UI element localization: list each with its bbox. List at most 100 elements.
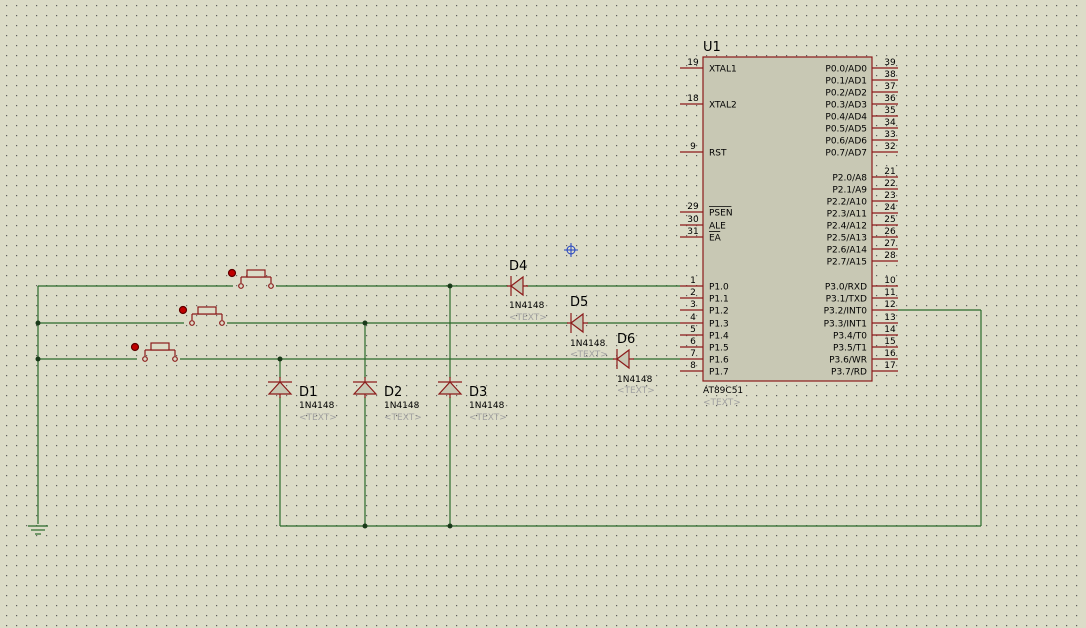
pin-number: 9 bbox=[690, 142, 696, 152]
pin-number: 32 bbox=[884, 142, 895, 152]
pin-number: 3 bbox=[690, 300, 696, 310]
junction-dot bbox=[35, 356, 41, 362]
pin-number: 33 bbox=[884, 130, 895, 140]
pin-label: P0.1/AD1 bbox=[825, 77, 867, 87]
pin-label: XTAL2 bbox=[709, 101, 737, 111]
pin-number: 39 bbox=[884, 58, 896, 68]
pin-label: EA bbox=[709, 234, 722, 244]
diode-text: <TEXT> bbox=[469, 413, 507, 423]
pin-label: P3.0/RXD bbox=[825, 283, 867, 293]
pin-number: 5 bbox=[690, 325, 696, 335]
pin-number: 18 bbox=[687, 94, 699, 104]
pin-label: P3.3/INT1 bbox=[824, 320, 867, 330]
pin-label: P0.3/AD3 bbox=[825, 101, 867, 111]
pin-label: P1.4 bbox=[709, 332, 729, 342]
pin-label: P2.2/A10 bbox=[827, 198, 868, 208]
pin-number: 17 bbox=[884, 361, 895, 371]
diode-text: <TEXT> bbox=[617, 386, 655, 396]
pin-label: P1.6 bbox=[709, 356, 729, 366]
junction-dot bbox=[447, 523, 453, 529]
pin-label: P3.7/RD bbox=[831, 368, 867, 378]
pin-number: 4 bbox=[690, 313, 696, 323]
diode-ref: D2 bbox=[384, 385, 402, 400]
pin-number: 27 bbox=[884, 239, 895, 249]
pin-label: P2.4/A12 bbox=[827, 222, 867, 232]
pin-number: 2 bbox=[690, 288, 696, 298]
diode-value: 1N4148 bbox=[509, 301, 545, 311]
switch-pin-icon[interactable] bbox=[130, 342, 140, 352]
pin-number: 25 bbox=[884, 215, 895, 225]
junction-dot bbox=[362, 320, 368, 326]
diode-value: 1N4148 bbox=[384, 401, 420, 411]
pin-number: 7 bbox=[690, 349, 696, 359]
switch-pin-icon[interactable] bbox=[178, 305, 188, 315]
pin-label: P1.7 bbox=[709, 368, 729, 378]
diode-ref: D4 bbox=[509, 259, 527, 274]
junction-dot bbox=[35, 320, 41, 326]
mcu-u1[interactable]: U1 AT89C51 <TEXT> 19XTAL118XTAL29RST29PS… bbox=[680, 40, 898, 408]
diode-text: <TEXT> bbox=[570, 350, 608, 360]
pin-label: P1.3 bbox=[709, 320, 729, 330]
pin-number: 28 bbox=[884, 251, 896, 261]
pin-label: P0.4/AD4 bbox=[825, 113, 867, 123]
pin-label: RST bbox=[709, 149, 727, 159]
pin-label: P3.2/INT0 bbox=[824, 307, 868, 317]
pin-label: P3.1/TXD bbox=[826, 295, 867, 305]
pin-label: P2.5/A13 bbox=[827, 234, 867, 244]
diode-value: 1N4148 bbox=[570, 339, 606, 349]
pin-number: 34 bbox=[884, 118, 896, 128]
diode-ref: D1 bbox=[299, 385, 317, 400]
mcu-ref: U1 bbox=[703, 40, 721, 55]
pin-number: 12 bbox=[884, 300, 895, 310]
pin-number: 19 bbox=[687, 58, 699, 68]
pin-label: P3.5/T1 bbox=[833, 344, 867, 354]
pin-number: 38 bbox=[884, 70, 896, 80]
pin-label: P0.6/AD6 bbox=[825, 137, 867, 147]
pin-number: 36 bbox=[884, 94, 896, 104]
pin-number: 37 bbox=[884, 82, 895, 92]
pin-label: P2.1/A9 bbox=[832, 186, 867, 196]
switch-pin-icon[interactable] bbox=[227, 268, 237, 278]
pin-number: 13 bbox=[884, 313, 895, 323]
schematic-canvas[interactable]: D4 1N4148 <TEXT> D5 1N4148 <TEXT> D6 1N4… bbox=[0, 0, 1086, 628]
mcu-part: AT89C51 bbox=[703, 386, 743, 396]
pin-number: 21 bbox=[884, 167, 895, 177]
pin-number: 24 bbox=[884, 203, 896, 213]
pin-label: P2.7/A15 bbox=[827, 258, 867, 268]
diode-text: <TEXT> bbox=[509, 313, 547, 323]
pin-number: 6 bbox=[690, 337, 696, 347]
pin-number: 26 bbox=[884, 227, 896, 237]
pin-number: 14 bbox=[884, 325, 896, 335]
diode-ref: D3 bbox=[469, 385, 487, 400]
diode-ref: D5 bbox=[570, 295, 588, 310]
pin-label: P2.0/A8 bbox=[832, 174, 867, 184]
diode-value: 1N4148 bbox=[469, 401, 505, 411]
pin-label: P0.7/AD7 bbox=[825, 149, 867, 159]
pin-number: 16 bbox=[884, 349, 896, 359]
pin-number: 15 bbox=[884, 337, 895, 347]
pin-number: 22 bbox=[884, 179, 895, 189]
pin-label: P0.0/AD0 bbox=[825, 65, 867, 75]
junction-dot bbox=[277, 356, 283, 362]
diode-ref: D6 bbox=[617, 332, 635, 347]
mcu-text: <TEXT> bbox=[703, 398, 741, 408]
pin-label: P1.0 bbox=[709, 283, 729, 293]
pin-label: P3.6/WR bbox=[829, 356, 867, 366]
pin-label: P1.2 bbox=[709, 307, 729, 317]
pin-number: 35 bbox=[884, 106, 895, 116]
pin-number: 29 bbox=[687, 202, 699, 212]
pin-label: P0.5/AD5 bbox=[825, 125, 867, 135]
pin-number: 31 bbox=[687, 227, 698, 237]
pin-label: P0.2/AD2 bbox=[825, 89, 867, 99]
diode-text: <TEXT> bbox=[384, 413, 422, 423]
pin-label: P1.5 bbox=[709, 344, 729, 354]
pin-label: PSEN bbox=[709, 209, 733, 219]
pin-number: 11 bbox=[884, 288, 895, 298]
pin-label: P3.4/T0 bbox=[833, 332, 867, 342]
pin-label: P2.6/A14 bbox=[827, 246, 868, 256]
pin-label: P1.1 bbox=[709, 295, 729, 305]
junction-dot bbox=[362, 523, 368, 529]
pin-label: ALE bbox=[709, 222, 726, 232]
pin-number: 23 bbox=[884, 191, 895, 201]
pin-label: P2.3/A11 bbox=[827, 210, 867, 220]
